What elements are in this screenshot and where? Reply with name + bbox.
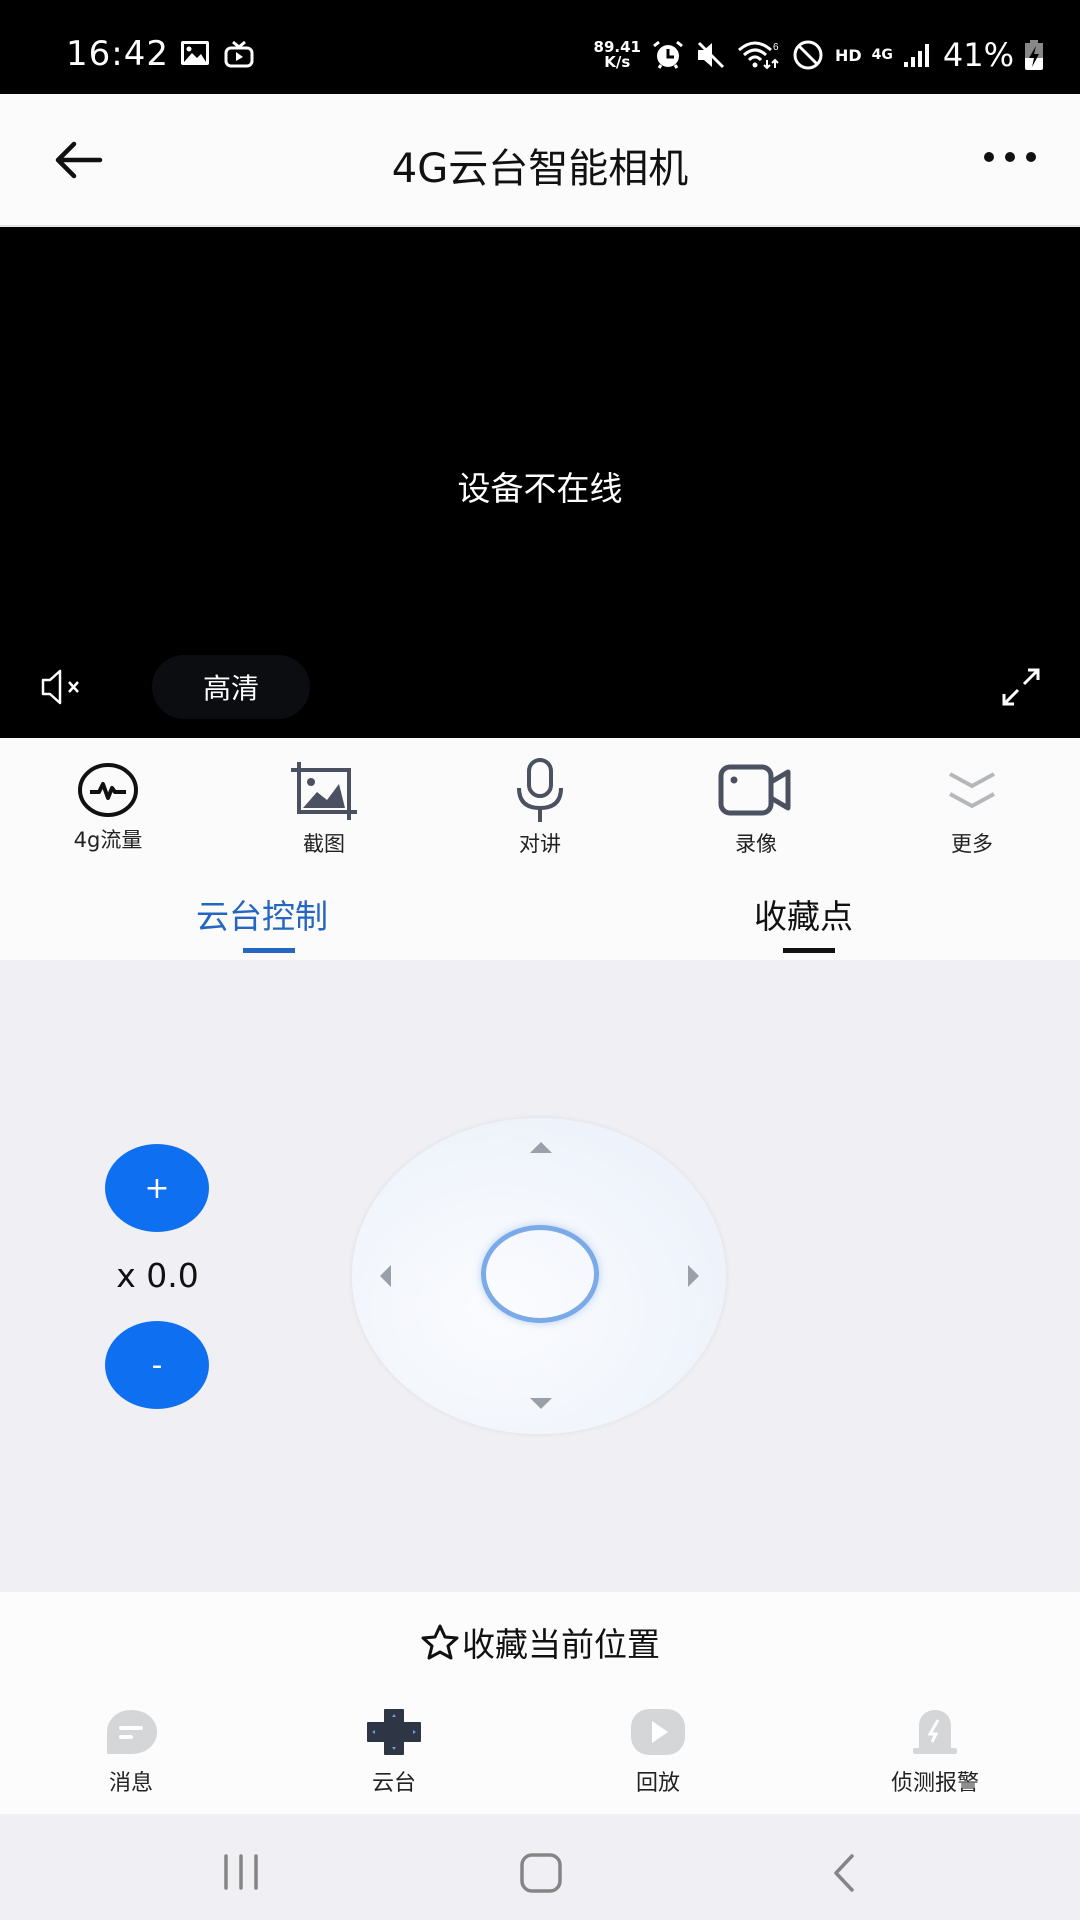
tool-4g-traffic[interactable]: 4g流量 [0, 738, 216, 858]
double-chevron-down-icon [932, 758, 1012, 822]
tool-intercom[interactable]: 对讲 [432, 738, 648, 858]
ptz-joystick[interactable] [352, 1118, 726, 1434]
video-record-icon [716, 758, 796, 822]
device-offline-text: 设备不在线 [457, 469, 623, 508]
tab-ptz-control[interactable]: 云台控制 [196, 890, 328, 938]
recent-apps-button[interactable] [218, 1852, 264, 1892]
ptz-control-panel: + x 0.0 - [0, 960, 1080, 1592]
pan-right-arrow-icon[interactable] [688, 1265, 699, 1287]
wifi-icon: 6 [737, 41, 779, 70]
status-time: 16:42 [66, 34, 169, 74]
nav-playback[interactable]: 回放 [558, 1692, 758, 1814]
message-icon [101, 1706, 161, 1758]
microphone-icon [500, 758, 580, 822]
video-player[interactable]: 设备不在线 高清 [0, 227, 1080, 738]
mute-icon [697, 41, 725, 69]
tab-favorites-underline [783, 948, 835, 953]
video-toolbar: 4g流量 截图 对讲 录像 更多 [0, 738, 1080, 858]
home-button[interactable] [518, 1852, 564, 1894]
data-traffic-icon [68, 758, 148, 822]
pan-down-arrow-icon[interactable] [530, 1398, 552, 1409]
zoom-in-button[interactable]: + [105, 1144, 209, 1232]
system-navigation-bar [0, 1814, 1080, 1920]
sound-muted-icon[interactable] [40, 667, 86, 707]
pan-up-arrow-icon[interactable] [530, 1142, 552, 1153]
battery-percent: 41% [942, 36, 1014, 74]
nav-ptz[interactable]: 云台 [294, 1692, 494, 1814]
joystick-handle[interactable] [481, 1225, 599, 1323]
star-icon [421, 1624, 459, 1660]
svg-text:6: 6 [773, 42, 779, 53]
fullscreen-icon[interactable] [1000, 667, 1042, 707]
tool-screenshot[interactable]: 截图 [216, 738, 432, 858]
dpad-icon [364, 1706, 424, 1758]
page-title: 4G云台智能相机 [391, 146, 689, 192]
pan-left-arrow-icon[interactable] [380, 1265, 391, 1287]
hd-indicator: HD [834, 45, 862, 65]
net-speed: 89.41 K/s [593, 38, 641, 71]
quality-button[interactable]: 高清 [152, 655, 310, 719]
gallery-icon [181, 41, 209, 65]
system-back-button[interactable] [828, 1852, 858, 1894]
status-bar: 16:42 89.41 K/s 6 HD 4G 41% [0, 0, 1080, 94]
app-header: 4G云台智能相机 [0, 94, 1080, 227]
playback-icon [628, 1706, 688, 1758]
nav-messages[interactable]: 消息 [31, 1692, 231, 1814]
zoom-out-button[interactable]: - [105, 1321, 209, 1409]
signal-icon [903, 44, 929, 67]
tool-record[interactable]: 录像 [648, 738, 864, 858]
network-type: 4G [871, 47, 893, 63]
save-position-button[interactable]: 收藏当前位置 [0, 1618, 1080, 1666]
tab-ptz-underline [243, 948, 295, 953]
bottom-navigation: 消息 云台 回放 侦测报警 [0, 1692, 1080, 1814]
alarm-icon [653, 40, 683, 69]
do-not-disturb-icon [793, 40, 823, 70]
alarm-siren-icon [905, 1706, 965, 1758]
tab-favorites[interactable]: 收藏点 [754, 890, 853, 938]
favorite-bar: 收藏当前位置 [0, 1592, 1080, 1692]
battery-charging-icon [1025, 40, 1043, 70]
control-tabs: 云台控制 收藏点 [0, 858, 1080, 960]
nav-detection-alarm[interactable]: 侦测报警 [835, 1692, 1035, 1814]
tv-icon [224, 40, 254, 68]
tool-more[interactable]: 更多 [864, 738, 1080, 858]
zoom-level: x 0.0 [116, 1256, 199, 1295]
screenshot-icon [284, 758, 364, 822]
more-options-button[interactable] [984, 152, 1036, 162]
